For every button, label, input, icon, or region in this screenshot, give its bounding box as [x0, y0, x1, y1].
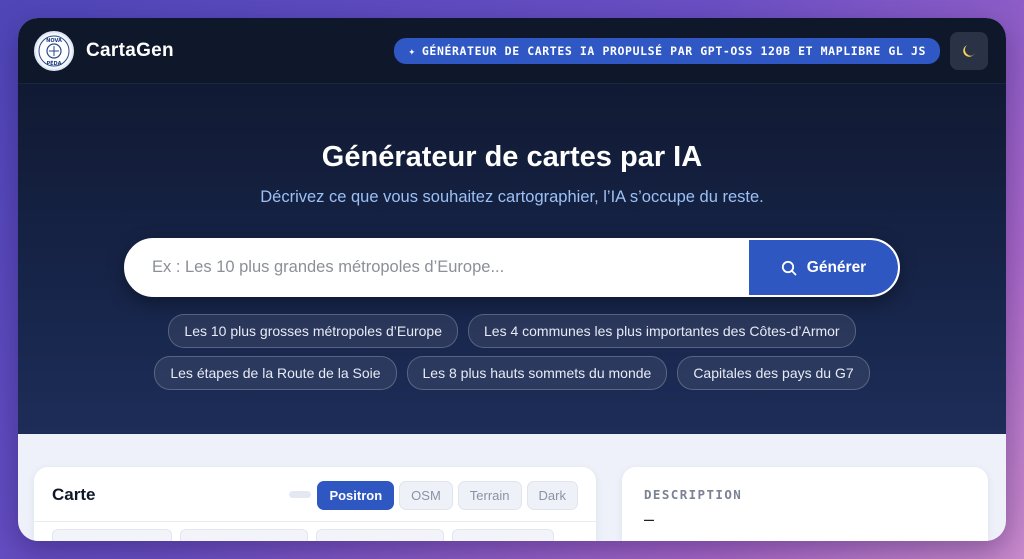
- description-value: –: [644, 509, 655, 529]
- generate-label: Générer: [806, 258, 867, 276]
- badge-text: GÉNÉRATEUR DE CARTES IA PROPULSÉ PAR GPT…: [421, 43, 926, 58]
- suggestion-chip[interactable]: Les 4 communes les plus importantes des …: [468, 314, 856, 348]
- theme-toggle-button[interactable]: [950, 31, 988, 70]
- logo-emblem-icon: NOVA PÉDA: [38, 35, 70, 67]
- suggestions-row-1: Les 10 plus grosses métropoles d’Europe …: [18, 314, 1006, 348]
- search-bar: Générer: [124, 238, 900, 297]
- suggestion-chip[interactable]: Les 10 plus grosses métropoles d’Europe: [168, 314, 458, 348]
- basemap-tabs: Positron OSM Terrain Dark: [317, 481, 578, 510]
- search-icon: [781, 260, 797, 275]
- suggestion-chip[interactable]: Les étapes de la Route de la Soie: [154, 356, 397, 390]
- description-card: DESCRIPTION –: [622, 467, 988, 541]
- top-bar: NOVA PÉDA CartaGen ✦ GÉNÉRATEUR DE CARTE…: [18, 18, 1006, 84]
- logo[interactable]: NOVA PÉDA: [34, 30, 74, 71]
- moon-icon: [963, 44, 975, 57]
- app-window: NOVA PÉDA CartaGen ✦ GÉNÉRATEUR DE CARTE…: [18, 18, 1006, 541]
- tab-dark[interactable]: Dark: [526, 481, 578, 510]
- logo-text-bottom: PÉDA: [46, 59, 61, 67]
- map-toolbar: [52, 529, 554, 541]
- map-card: Carte Positron OSM Terrain Dark: [34, 467, 596, 541]
- map-card-title: Carte: [52, 485, 96, 504]
- tab-osm[interactable]: OSM: [399, 481, 453, 510]
- toolbar-button[interactable]: [316, 529, 444, 541]
- search-input[interactable]: [126, 240, 749, 295]
- page-subtitle: Décrivez ce que vous souhaitez cartograp…: [260, 188, 764, 206]
- logo-text-top: NOVA: [46, 38, 62, 44]
- toolbar-button[interactable]: [52, 529, 172, 541]
- suggestion-chip[interactable]: Capitales des pays du G7: [677, 356, 870, 390]
- divider: [34, 521, 596, 522]
- tab-terrain[interactable]: Terrain: [457, 481, 522, 510]
- model-badge: ✦ GÉNÉRATEUR DE CARTES IA PROPULSÉ PAR G…: [394, 37, 940, 64]
- app-name: CartaGen: [86, 39, 174, 61]
- suggestions-row-2: Les étapes de la Route de la Soie Les 8 …: [18, 356, 1006, 390]
- sparkle-icon: ✦: [408, 43, 416, 58]
- page-title: Générateur de cartes par IA: [321, 141, 703, 173]
- style-indicator: [289, 491, 311, 498]
- content-area: Carte Positron OSM Terrain Dark DESCRIPT…: [18, 434, 1006, 541]
- toolbar-button[interactable]: [180, 529, 308, 541]
- hero-section: Générateur de cartes par IA Décrivez ce …: [18, 84, 1006, 434]
- generate-button[interactable]: Générer: [749, 240, 898, 295]
- tab-positron[interactable]: Positron: [317, 481, 395, 510]
- description-label: DESCRIPTION: [644, 487, 743, 502]
- toolbar-button[interactable]: [452, 529, 554, 541]
- suggestion-chip[interactable]: Les 8 plus hauts sommets du monde: [406, 356, 668, 390]
